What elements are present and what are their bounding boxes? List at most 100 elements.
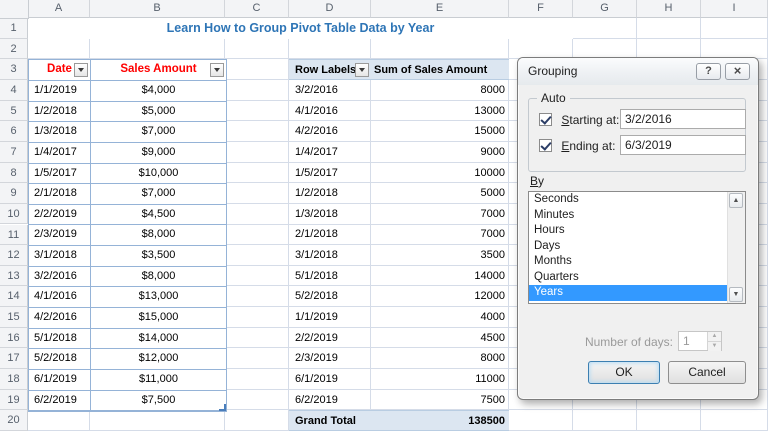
column-header-a[interactable]: A [28,0,90,18]
pivot-value[interactable]: 15000 [371,121,509,142]
amount-cell[interactable]: $8,000 [91,225,226,247]
row-header-16[interactable]: 16 [0,327,28,349]
row-header-5[interactable]: 5 [0,100,28,122]
amount-cell[interactable]: $7,000 [91,122,226,143]
ok-button[interactable]: OK [588,361,660,384]
date-cell[interactable]: 1/1/2019 [29,80,91,102]
pivot-value[interactable]: 13000 [371,101,509,122]
amount-cell[interactable]: $7,000 [91,184,226,205]
pivot-row-label[interactable]: 6/1/2019 [289,369,371,390]
date-cell[interactable]: 2/3/2019 [29,225,91,247]
row-header-3[interactable]: 3 [0,59,28,80]
pivot-value[interactable]: 10000 [371,163,509,184]
row-header-19[interactable]: 19 [0,389,28,411]
pivot-row-label[interactable]: 2/3/2019 [289,348,371,369]
row-header-7[interactable]: 7 [0,141,28,163]
row-header-17[interactable]: 17 [0,348,28,370]
select-all-corner[interactable] [0,0,29,19]
pivot-row-label[interactable]: 5/2/2018 [289,286,371,307]
date-cell[interactable]: 3/2/2016 [29,266,91,288]
row-labels-header[interactable]: Row Labels [289,60,371,79]
pivot-row-label[interactable]: 1/2/2018 [289,183,371,204]
date-cell[interactable]: 1/5/2017 [29,163,91,185]
row-header-4[interactable]: 4 [0,79,28,101]
column-header-g[interactable]: G [573,0,637,18]
column-header-f[interactable]: F [509,0,573,18]
pivot-value[interactable]: 4000 [371,307,509,328]
pivot-value[interactable]: 7000 [371,204,509,225]
pivot-value[interactable]: 4500 [371,328,509,349]
amount-cell[interactable]: $12,000 [91,349,226,370]
row-header-14[interactable]: 14 [0,286,28,308]
by-option-days[interactable]: Days [529,239,728,255]
date-cell[interactable]: 2/1/2018 [29,184,91,205]
amount-cell[interactable]: $10,000 [91,164,226,185]
pivot-row-label[interactable]: 1/5/2017 [289,163,371,184]
cancel-button[interactable]: Cancel [668,361,746,384]
close-icon[interactable]: × [725,63,750,80]
date-cell[interactable]: 1/4/2017 [29,142,91,164]
pivot-row-label[interactable]: 6/2/2019 [289,390,371,411]
by-listbox[interactable]: ▲ ▼ Seconds Minutes Hours Days Months Quarter… [528,191,746,304]
row-header-11[interactable]: 11 [0,224,28,246]
pivot-row-label[interactable]: 2/2/2019 [289,328,371,349]
filter-dropdown-icon[interactable] [74,63,88,78]
by-option-years[interactable]: Years [529,285,728,301]
pivot-value[interactable]: 12000 [371,286,509,307]
amount-cell[interactable]: $5,000 [91,102,226,123]
pivot-value[interactable]: 3500 [371,245,509,266]
amount-cell[interactable]: $8,000 [91,267,226,288]
row-header-2[interactable]: 2 [0,38,28,60]
ending-at-checkbox[interactable] [539,139,552,152]
pivot-row-label[interactable]: 1/1/2019 [289,307,371,328]
amount-cell[interactable]: $4,000 [91,81,226,102]
row-header-6[interactable]: 6 [0,121,28,142]
column-header-i[interactable]: I [701,0,768,18]
pivot-row-label[interactable]: 4/1/2016 [289,101,371,122]
row-header-15[interactable]: 15 [0,307,28,328]
ending-at-input[interactable]: 6/3/2019 [620,135,746,155]
by-option-seconds[interactable]: Seconds [529,192,728,208]
amount-cell[interactable]: $15,000 [91,308,226,329]
column-header-b[interactable]: B [90,0,225,18]
amount-cell[interactable]: $13,000 [91,287,226,308]
row-header-13[interactable]: 13 [0,265,28,287]
pivot-value[interactable]: 7500 [371,390,509,411]
amount-cell[interactable]: $3,500 [91,246,226,267]
column-header-e[interactable]: E [371,0,509,18]
date-cell[interactable]: 6/2/2019 [29,390,91,412]
table-resize-handle[interactable] [219,404,226,412]
by-option-hours[interactable]: Hours [529,223,728,239]
pivot-value[interactable]: 14000 [371,266,509,287]
pivot-value[interactable]: 7000 [371,224,509,245]
pivot-row-label[interactable]: 3/1/2018 [289,245,371,266]
starting-at-input[interactable]: 3/2/2016 [620,109,746,129]
amount-cell[interactable]: $7,500 [91,391,226,412]
row-header-8[interactable]: 8 [0,162,28,184]
row-header-1[interactable]: 1 [0,18,28,39]
pivot-value[interactable]: 5000 [371,183,509,204]
dialog-titlebar[interactable]: Grouping ? × [518,58,758,85]
pivot-value[interactable]: 9000 [371,142,509,163]
date-cell[interactable]: 1/2/2018 [29,101,91,123]
by-option-minutes[interactable]: Minutes [529,208,728,224]
date-cell[interactable]: 5/1/2018 [29,328,91,350]
column-header-h[interactable]: H [637,0,701,18]
pivot-value[interactable]: 11000 [371,369,509,390]
amount-cell[interactable]: $11,000 [91,370,226,391]
starting-at-checkbox[interactable] [539,113,552,126]
filter-dropdown-icon[interactable] [210,63,224,78]
date-cell[interactable]: 4/2/2016 [29,307,91,329]
pivot-row-label[interactable]: 3/2/2016 [289,80,371,101]
date-cell[interactable]: 3/1/2018 [29,246,91,267]
pivot-row-label[interactable]: 2/1/2018 [289,224,371,245]
listbox-scrollbar[interactable]: ▲ ▼ [727,192,745,303]
amount-cell[interactable]: $14,000 [91,329,226,350]
filter-dropdown-icon[interactable] [355,63,369,78]
pivot-row-label[interactable]: 5/1/2018 [289,266,371,287]
pivot-row-label[interactable]: 1/3/2018 [289,204,371,225]
scroll-down-icon[interactable]: ▼ [729,287,743,302]
row-header-9[interactable]: 9 [0,183,28,204]
pivot-value[interactable]: 8000 [371,348,509,369]
date-cell[interactable]: 4/1/2016 [29,287,91,308]
